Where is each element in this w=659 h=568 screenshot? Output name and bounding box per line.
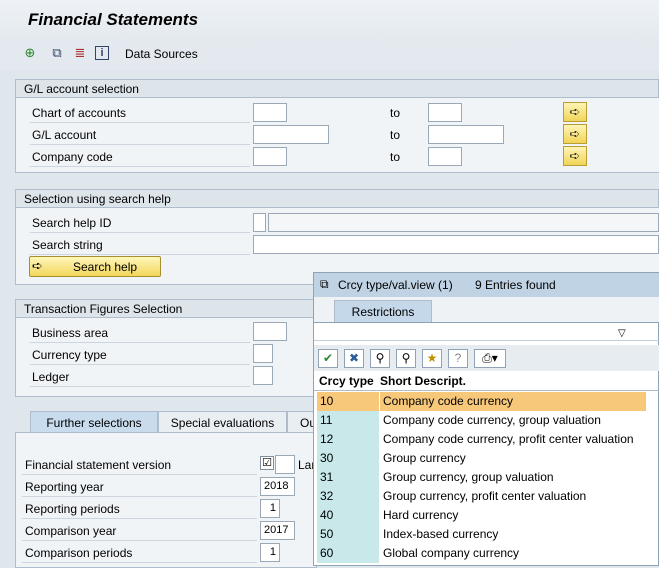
search-help-id-label: Search help ID xyxy=(32,216,112,230)
company-code-from-input[interactable] xyxy=(253,147,287,166)
tab-restrictions[interactable]: Restrictions xyxy=(334,300,432,322)
comparison-year-label: Comparison year xyxy=(25,524,117,538)
expand-restrictions-icon[interactable]: ▽ xyxy=(618,328,626,339)
fsv-checkbox[interactable]: ☑ xyxy=(260,456,274,470)
crcy-type-cell[interactable]: 50 xyxy=(317,525,379,544)
help-icon[interactable]: ? xyxy=(448,349,468,368)
print-dropdown-icon[interactable]: ⎙▾ xyxy=(474,349,506,368)
list-item[interactable]: 30 Group currency xyxy=(317,449,646,468)
chart-of-accounts-to-input[interactable] xyxy=(428,103,462,122)
list-item[interactable]: 40 Hard currency xyxy=(317,506,646,525)
ledger-label: Ledger xyxy=(32,370,70,384)
crcy-type-cell[interactable]: 30 xyxy=(317,449,379,468)
business-area-input[interactable] xyxy=(253,322,287,341)
list-item[interactable]: 32 Group currency, profit center valuatio… xyxy=(317,487,646,506)
arrow-icon: ➪ xyxy=(32,258,43,273)
short-descript-cell[interactable]: Group currency, profit center valuation xyxy=(380,487,646,506)
company-code-to-input[interactable] xyxy=(428,147,462,166)
personal-list-star-icon[interactable]: ★ xyxy=(422,349,442,368)
crcy-type-cell[interactable]: 60 xyxy=(317,544,379,563)
crcy-type-cell[interactable]: 10 xyxy=(317,392,379,411)
ledger-input[interactable] xyxy=(253,366,273,385)
popup-entries-found: 9 Entries found xyxy=(475,278,556,292)
gl-account-to-input[interactable] xyxy=(428,125,504,144)
tab-special-evaluations[interactable]: Special evaluations xyxy=(158,411,287,433)
gl-account-from-input[interactable] xyxy=(253,125,329,144)
column-header-short-descript[interactable]: Short Descript. xyxy=(380,374,466,388)
chart-of-accounts-from-input[interactable] xyxy=(253,103,287,122)
list-item[interactable]: 11 Company code currency, group valuation xyxy=(317,411,646,430)
list-item[interactable]: 12 Company code currency, profit center v… xyxy=(317,430,646,449)
fsv-label: Financial statement version xyxy=(25,458,172,472)
short-descript-cell[interactable]: Company code currency xyxy=(380,392,646,411)
search-string-input[interactable] xyxy=(253,235,659,254)
crcy-type-cell[interactable]: 40 xyxy=(317,506,379,525)
comparison-periods-label: Comparison periods xyxy=(25,546,133,560)
tab-further-selections[interactable]: Further selections xyxy=(30,411,158,433)
to-label: to xyxy=(390,106,401,120)
to-label: to xyxy=(390,150,401,164)
list-item[interactable]: 31 Group currency, group valuation xyxy=(317,468,646,487)
find-binoculars-icon[interactable]: ⚲ xyxy=(370,349,390,368)
reporting-year-label: Reporting year xyxy=(25,480,104,494)
gl-account-label: G/L account xyxy=(32,128,97,142)
short-descript-cell[interactable]: Group currency, group valuation xyxy=(380,468,646,487)
crcy-type-cell[interactable]: 31 xyxy=(317,468,379,487)
gl-group-title: G/L account selection xyxy=(15,79,659,97)
search-group-title: Selection using search help xyxy=(15,189,659,207)
currency-type-label: Currency type xyxy=(32,348,107,362)
list-item[interactable]: 10 Company code currency xyxy=(317,392,646,411)
save-variant-icon[interactable]: ⧉ xyxy=(49,45,65,61)
comparison-periods-input[interactable]: 1 xyxy=(260,543,280,562)
crcy-type-cell[interactable]: 32 xyxy=(317,487,379,506)
cancel-x-icon[interactable]: ✖ xyxy=(344,349,364,368)
delete-selection-icon[interactable]: ≣ xyxy=(72,45,88,61)
currency-type-input[interactable] xyxy=(253,344,273,363)
multiple-selection-arrow-icon[interactable]: ➪ xyxy=(563,102,587,122)
multiple-selection-arrow-icon[interactable]: ➪ xyxy=(563,146,587,166)
reporting-year-input[interactable]: 2018 xyxy=(260,477,295,496)
short-descript-cell[interactable]: Index-based currency xyxy=(380,525,646,544)
popup-window-icon: ⧉ xyxy=(320,277,329,291)
crcy-type-cell[interactable]: 12 xyxy=(317,430,379,449)
comparison-year-input[interactable]: 2017 xyxy=(260,521,295,540)
crcy-type-cell[interactable]: 11 xyxy=(317,411,379,430)
search-help-button-label: Search help xyxy=(73,260,138,274)
short-descript-cell[interactable]: Company code currency, group valuation xyxy=(380,411,646,430)
business-area-label: Business area xyxy=(32,326,109,340)
list-item[interactable]: 50 Index-based currency xyxy=(317,525,646,544)
search-string-label: Search string xyxy=(32,238,103,252)
short-descript-cell[interactable]: Group currency xyxy=(380,449,646,468)
company-code-label: Company code xyxy=(32,150,113,164)
reporting-periods-label: Reporting periods xyxy=(25,502,120,516)
execute-icon[interactable]: ⊕ xyxy=(22,45,38,61)
to-label: to xyxy=(390,128,401,142)
find-next-icon[interactable]: ⚲ xyxy=(396,349,416,368)
fsv-language-input[interactable] xyxy=(275,455,295,474)
info-icon[interactable]: i xyxy=(95,46,109,60)
search-help-id-description xyxy=(268,213,659,232)
short-descript-cell[interactable]: Global company currency xyxy=(380,544,646,563)
confirm-check-icon[interactable]: ✔ xyxy=(318,349,338,368)
chart-of-accounts-label: Chart of accounts xyxy=(32,106,127,120)
short-descript-cell[interactable]: Company code currency, profit center val… xyxy=(380,430,646,449)
reporting-periods-input[interactable]: 1 xyxy=(260,499,280,518)
popup-title: Crcy type/val.view (1) xyxy=(338,278,453,292)
column-header-crcy-type[interactable]: Crcy type xyxy=(319,374,374,388)
search-help-id-input[interactable] xyxy=(253,213,266,232)
page-title: Financial Statements xyxy=(28,10,199,29)
data-sources-button[interactable]: Data Sources xyxy=(125,47,198,61)
short-descript-cell[interactable]: Hard currency xyxy=(380,506,646,525)
list-item[interactable]: 60 Global company currency xyxy=(317,544,646,563)
multiple-selection-arrow-icon[interactable]: ➪ xyxy=(563,124,587,144)
